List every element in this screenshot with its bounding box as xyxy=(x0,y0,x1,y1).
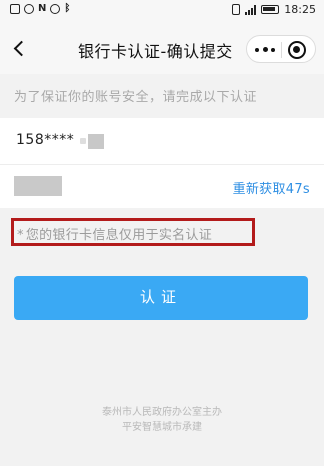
footer-organizer: 泰州市人民政府办公室主办 xyxy=(102,407,222,418)
redacted-digits xyxy=(88,134,104,149)
miniprogram-capsule xyxy=(246,35,316,63)
notification-icon xyxy=(24,4,34,14)
back-icon[interactable] xyxy=(6,34,34,62)
privacy-notice: * 您的银行卡信息仅用于实名认证 xyxy=(17,224,212,243)
submit-auth-button[interactable]: 认证 xyxy=(14,276,308,320)
page-title: 银行卡认证-确认提交 xyxy=(78,42,233,61)
capsule-divider xyxy=(281,42,282,58)
calendar-icon xyxy=(10,4,20,14)
status-bar: N ᛒ 18:25 xyxy=(0,0,324,22)
footer-builder: 平安智慧城市承建 xyxy=(122,422,202,433)
nfc-icon: N xyxy=(38,3,47,14)
vibrate-icon xyxy=(232,4,241,15)
verification-code-input[interactable] xyxy=(14,176,62,196)
more-icon[interactable] xyxy=(253,40,277,60)
battery-icon xyxy=(261,5,280,14)
status-left-icons: N ᛒ xyxy=(10,4,70,14)
masked-phone-number: 158**** xyxy=(16,132,75,148)
footer: 泰州市人民政府办公室主办 平安智慧城市承建 xyxy=(0,405,324,435)
auth-instruction: 为了保证你的账号安全，请完成以下认证 xyxy=(14,90,258,105)
alarm-icon xyxy=(50,4,61,14)
phone-row: 158**** xyxy=(0,118,324,164)
redacted-digit xyxy=(80,138,86,144)
close-miniprogram-icon[interactable] xyxy=(288,41,306,59)
notice-asterisk: * xyxy=(17,228,24,243)
verification-code-row: 重新获取47s xyxy=(0,164,324,208)
bluetooth-icon: ᛒ xyxy=(64,3,71,14)
nav-bar: 银行卡认证-确认提交 xyxy=(0,22,324,74)
status-time: 18:25 xyxy=(284,3,316,16)
highlight-box: * 您的银行卡信息仅用于实名认证 xyxy=(11,218,255,246)
signal-icon xyxy=(245,4,257,15)
resend-code-button[interactable]: 重新获取47s xyxy=(233,178,310,197)
notice-text: 您的银行卡信息仅用于实名认证 xyxy=(25,228,213,243)
status-right-icons: 18:25 xyxy=(232,3,316,16)
